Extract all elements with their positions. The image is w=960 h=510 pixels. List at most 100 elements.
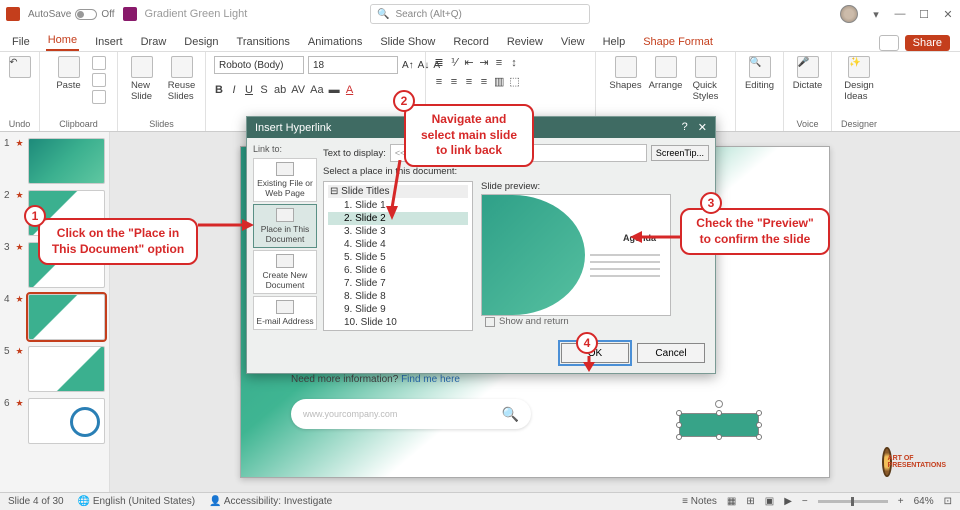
save-icon[interactable] [123, 7, 137, 21]
editing-button[interactable]: 🔍Editing [743, 56, 777, 91]
text-dir-icon[interactable]: ↕ [509, 57, 519, 69]
thumbnail-5[interactable] [28, 346, 105, 392]
show-and-return[interactable]: Show and return [481, 316, 709, 327]
tab-insert[interactable]: Insert [93, 33, 125, 51]
smartart-icon[interactable]: ⬚ [509, 75, 519, 88]
resize-handle[interactable] [716, 410, 722, 416]
italic-button[interactable]: I [229, 84, 239, 96]
slideshow-view-icon[interactable]: ▶ [784, 496, 792, 507]
tree-item[interactable]: 7. Slide 7 [328, 277, 468, 290]
tree-item[interactable]: 5. Slide 5 [328, 251, 468, 264]
align-center-icon[interactable]: ≡ [449, 76, 459, 88]
rotate-handle[interactable] [715, 400, 723, 408]
sorter-view-icon[interactable]: ⊞ [746, 496, 754, 507]
highlight-icon[interactable]: ▬ [329, 84, 340, 96]
undo-button[interactable]: ↶ [3, 56, 37, 78]
linkto-place-in-document[interactable]: Place in This Document [253, 204, 317, 248]
normal-view-icon[interactable]: ▦ [727, 496, 736, 507]
paste-button[interactable]: Paste [52, 56, 86, 91]
tree-item[interactable]: 10. Slide 10 [328, 316, 468, 329]
tab-help[interactable]: Help [601, 33, 628, 51]
linkto-existing-file[interactable]: Existing File or Web Page [253, 158, 317, 202]
reading-view-icon[interactable]: ▣ [765, 496, 774, 507]
columns-icon[interactable]: ▥ [494, 75, 504, 88]
resize-handle[interactable] [716, 434, 722, 440]
strike-button[interactable]: S [259, 84, 269, 96]
tab-view[interactable]: View [559, 33, 587, 51]
ribbon-options-icon[interactable]: ▾ [870, 8, 882, 20]
checkbox[interactable] [485, 317, 495, 327]
indent-dec-icon[interactable]: ⇤ [464, 56, 474, 69]
minimize-icon[interactable]: — [894, 8, 906, 20]
toggle-switch[interactable] [75, 9, 97, 20]
tab-animations[interactable]: Animations [306, 33, 364, 51]
spacing-button[interactable]: AV [291, 84, 305, 96]
indent-inc-icon[interactable]: ⇥ [479, 56, 489, 69]
zoom-in-icon[interactable]: + [898, 496, 904, 507]
tree-item[interactable]: 6. Slide 6 [328, 264, 468, 277]
new-slide-button[interactable]: New Slide [125, 56, 159, 102]
font-family-select[interactable]: Roboto (Body) [214, 56, 304, 74]
slide-counter[interactable]: Slide 4 of 30 [8, 496, 64, 507]
linkto-create-new[interactable]: Create New Document [253, 250, 317, 294]
linkto-email[interactable]: E-mail Address [253, 296, 317, 330]
tab-shape-format[interactable]: Shape Format [641, 33, 715, 51]
line-spacing-icon[interactable]: ≡ [494, 57, 504, 69]
increase-font-icon[interactable]: A↑ [402, 60, 414, 71]
shapes-button[interactable]: Shapes [609, 56, 643, 91]
tab-home[interactable]: Home [46, 31, 79, 51]
bullets-icon[interactable]: ≣ [434, 56, 444, 69]
dialog-help-icon[interactable]: ? [682, 121, 688, 134]
selected-shape[interactable] [679, 413, 759, 437]
design-ideas-button[interactable]: ✨Design Ideas [842, 56, 876, 102]
screentip-button[interactable]: ScreenTip... [651, 145, 709, 161]
search-box[interactable]: 🔍 Search (Alt+Q) [370, 4, 590, 24]
resize-handle[interactable] [756, 422, 762, 428]
tree-item[interactable]: 8. Slide 8 [328, 290, 468, 303]
close-icon[interactable]: ✕ [942, 8, 954, 20]
zoom-out-icon[interactable]: − [802, 496, 808, 507]
font-color-icon[interactable]: A [345, 84, 355, 96]
case-button[interactable]: Aa [310, 84, 323, 96]
tab-design[interactable]: Design [182, 33, 220, 51]
thumbnail-4[interactable] [28, 294, 105, 340]
resize-handle[interactable] [756, 434, 762, 440]
tab-record[interactable]: Record [451, 33, 490, 51]
resize-handle[interactable] [676, 410, 682, 416]
resize-handle[interactable] [676, 434, 682, 440]
arrange-button[interactable]: Arrange [649, 56, 683, 91]
autosave-toggle[interactable]: AutoSave Off [28, 9, 115, 20]
resize-handle[interactable] [676, 422, 682, 428]
numbering-icon[interactable]: ⅟ [449, 56, 459, 69]
thumbnail-1[interactable] [28, 138, 105, 184]
cancel-button[interactable]: Cancel [637, 343, 705, 363]
tab-slideshow[interactable]: Slide Show [378, 33, 437, 51]
tree-item[interactable]: 9. Slide 9 [328, 303, 468, 316]
tab-draw[interactable]: Draw [139, 33, 169, 51]
tab-file[interactable]: File [10, 33, 32, 51]
thumbnail-6[interactable] [28, 398, 105, 444]
tab-review[interactable]: Review [505, 33, 545, 51]
find-me-link[interactable]: Find me here [401, 374, 460, 385]
user-avatar[interactable] [840, 5, 858, 23]
underline-button[interactable]: U [244, 84, 254, 96]
zoom-value[interactable]: 64% [914, 496, 934, 507]
tree-item[interactable]: 4. Slide 4 [328, 238, 468, 251]
reuse-slides-button[interactable]: Reuse Slides [165, 56, 199, 102]
maximize-icon[interactable]: ☐ [918, 8, 930, 20]
shadow-button[interactable]: ab [274, 84, 286, 96]
copy-icon[interactable] [92, 73, 106, 87]
tab-transitions[interactable]: Transitions [235, 33, 292, 51]
zoom-slider[interactable] [818, 500, 888, 503]
resize-handle[interactable] [756, 410, 762, 416]
cut-icon[interactable] [92, 56, 106, 70]
format-painter-icon[interactable] [92, 90, 106, 104]
language-status[interactable]: 🌐 English (United States) [78, 496, 196, 507]
fit-window-icon[interactable]: ⊡ [944, 496, 952, 507]
tree-item[interactable]: 3. Slide 3 [328, 225, 468, 238]
align-left-icon[interactable]: ≡ [434, 76, 444, 88]
quick-styles-button[interactable]: Quick Styles [689, 56, 723, 102]
font-size-select[interactable]: 18 [308, 56, 398, 74]
align-right-icon[interactable]: ≡ [464, 76, 474, 88]
justify-icon[interactable]: ≡ [479, 76, 489, 88]
